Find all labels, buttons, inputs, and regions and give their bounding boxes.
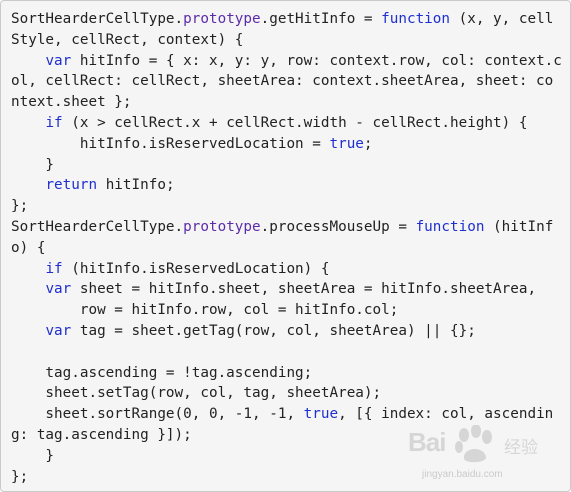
code-token-keyword: function bbox=[415, 218, 485, 235]
code-token: }; bbox=[11, 468, 29, 485]
code-line: ol, cellRect: cellRect, sheetArea: conte… bbox=[11, 71, 562, 92]
code-line: o) { bbox=[11, 238, 562, 259]
code-token: sheet.sortRange(0, 0, -1, -1, bbox=[11, 406, 304, 423]
code-token: sheet.setTag(row, col, tag, sheetArea); bbox=[11, 385, 382, 402]
code-token: ntext.sheet }; bbox=[11, 94, 132, 111]
baidu-jingyan-watermark: Bai 经验 jingyan.baidu.com bbox=[404, 425, 564, 487]
code-token-keyword: if bbox=[45, 114, 63, 131]
code-token: }; bbox=[11, 198, 29, 215]
code-block: SortHearderCellType.prototype.getHitInfo… bbox=[0, 0, 571, 492]
code-token: (hitInf bbox=[484, 218, 554, 235]
code-line: Style, cellRect, context) { bbox=[11, 30, 562, 51]
code-token-keyword: return bbox=[45, 177, 98, 194]
code-token: .getHitInfo = bbox=[260, 11, 382, 27]
code-line: SortHearderCellType.prototype.processMou… bbox=[11, 217, 562, 238]
code-line: sheet.sortRange(0, 0, -1, -1, true, [{ i… bbox=[11, 404, 562, 425]
code-token: ; bbox=[363, 135, 373, 152]
code-token: SortHearderCellType. bbox=[11, 11, 184, 27]
code-line: var sheet = hitInfo.sheet, sheetArea = h… bbox=[11, 279, 562, 300]
code-token-prop: prototype bbox=[183, 218, 261, 235]
code-token-bool: true bbox=[329, 135, 364, 152]
code-token: g: tag.ascending }]); bbox=[11, 426, 192, 443]
code-token: o) { bbox=[11, 239, 46, 256]
code-token: } bbox=[11, 447, 55, 464]
code-token: .processMouseUp = bbox=[260, 218, 416, 235]
code-token: } bbox=[11, 156, 55, 173]
code-line: tag.ascending = !tag.ascending; bbox=[11, 363, 562, 384]
code-line: hitInfo.isReservedLocation = true; bbox=[11, 134, 562, 155]
code-line: if (hitInfo.isReservedLocation) { bbox=[11, 259, 562, 280]
code-token-keyword: if bbox=[45, 260, 63, 277]
jingyan-label: 经验 bbox=[504, 438, 538, 457]
code-token-keyword: var bbox=[45, 322, 72, 339]
code-line: SortHearderCellType.prototype.getHitInfo… bbox=[11, 9, 562, 30]
code-token: ol, cellRect: cellRect, sheetArea: conte… bbox=[11, 73, 554, 90]
code-token: hitInfo = { x: x, y: y, row: context.row… bbox=[71, 52, 562, 69]
baidu-logo-text: Bai bbox=[408, 427, 446, 457]
code-token: hitInfo.isReservedLocation = bbox=[11, 135, 330, 152]
code-token: , [{ index: col, ascendin bbox=[338, 406, 554, 423]
code-line: var hitInfo = { x: x, y: y, row: context… bbox=[11, 51, 562, 72]
code-token: tag.ascending = !tag.ascending; bbox=[11, 364, 313, 381]
code-token-keyword: function bbox=[381, 11, 451, 27]
code-token: sheet = hitInfo.sheet, sheetArea = hitIn… bbox=[71, 281, 537, 298]
code-token-bool: true bbox=[303, 406, 339, 423]
code-token: Style, cellRect, context) { bbox=[11, 31, 244, 48]
code-token-keyword: var bbox=[45, 281, 72, 298]
code-token: row = hitInfo.row, col = hitInfo.col; bbox=[11, 302, 399, 319]
code-line: row = hitInfo.row, col = hitInfo.col; bbox=[11, 300, 562, 321]
code-token: (x > cellRect.x + cellRect.width - cellR… bbox=[62, 114, 528, 131]
code-line: ntext.sheet }; bbox=[11, 92, 562, 113]
code-token-prop: prototype bbox=[183, 11, 261, 27]
code-token: (hitInfo.isReservedLocation) { bbox=[62, 260, 330, 277]
code-token: tag = sheet.getTag(row, col, sheetArea) … bbox=[71, 322, 476, 339]
code-token-keyword: var bbox=[45, 52, 72, 69]
code-line: } bbox=[11, 155, 562, 176]
code-token: hitInfo; bbox=[97, 177, 175, 194]
code-line: return hitInfo; bbox=[11, 175, 562, 196]
code-line: sheet.setTag(row, col, tag, sheetArea); bbox=[11, 383, 562, 404]
code-line: }; bbox=[11, 196, 562, 217]
code-line: var tag = sheet.getTag(row, col, sheetAr… bbox=[11, 321, 562, 342]
code-line: if (x > cellRect.x + cellRect.width - ce… bbox=[11, 113, 562, 134]
code-token: SortHearderCellType. bbox=[11, 218, 184, 235]
watermark-url: jingyan.baidu.com bbox=[422, 469, 503, 480]
paw-icon bbox=[455, 425, 492, 463]
code-lines: SortHearderCellType.prototype.getHitInfo… bbox=[11, 9, 562, 487]
code-token: (x, y, cell bbox=[450, 11, 554, 27]
